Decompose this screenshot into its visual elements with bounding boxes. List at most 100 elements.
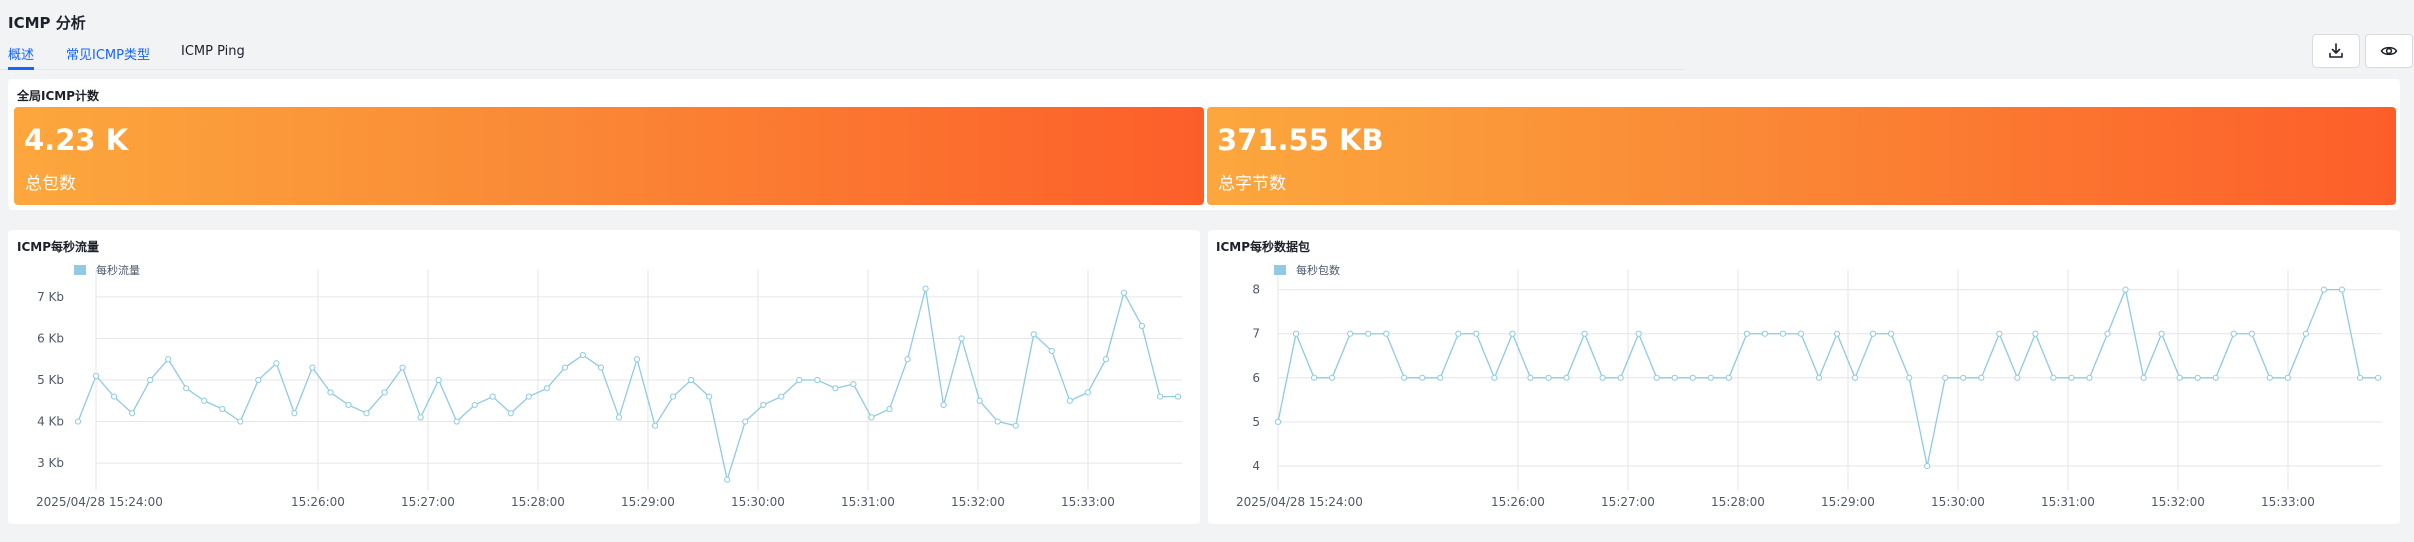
tab-overview[interactable]: 概述 xyxy=(8,44,34,63)
data-point xyxy=(1310,374,1318,381)
x-tick-label: 15:26:00 xyxy=(1491,495,1545,509)
data-point xyxy=(1527,374,1534,381)
data-point xyxy=(1156,393,1164,400)
data-point xyxy=(2266,374,2273,381)
data-point xyxy=(489,393,496,400)
data-point xyxy=(309,364,316,371)
data-point xyxy=(273,360,280,367)
data-point xyxy=(1743,330,1750,337)
traffic-chart-card: ICMP每秒流量 3 Kb 4 Kb 5 Kb 6 Kb 7 Kb 2025/04/28 … xyxy=(8,230,1200,524)
data-point xyxy=(1401,374,1408,381)
data-point xyxy=(1455,330,1462,337)
data-point xyxy=(1924,462,1931,470)
y-tick-label: 8 xyxy=(1252,283,1260,297)
legend-label: 每秒流量 xyxy=(96,263,140,277)
data-point xyxy=(832,385,839,392)
data-point xyxy=(706,393,713,400)
data-point xyxy=(2320,286,2328,293)
data-point xyxy=(237,418,244,425)
data-point xyxy=(1292,330,1300,337)
data-point xyxy=(2086,374,2093,381)
data-point xyxy=(1328,374,1336,381)
x-tick-label: 15:27:00 xyxy=(401,495,455,509)
data-point xyxy=(579,351,587,359)
data-point xyxy=(417,414,424,421)
data-point xyxy=(110,393,118,400)
data-point xyxy=(1174,393,1182,400)
data-point xyxy=(1066,397,1073,404)
x-tick-label: 15:29:00 xyxy=(621,495,675,509)
data-point xyxy=(994,418,1001,425)
data-point xyxy=(904,356,911,363)
data-point xyxy=(940,401,947,409)
data-point xyxy=(976,397,983,404)
data-point xyxy=(922,285,929,292)
data-point xyxy=(507,410,514,417)
data-point xyxy=(2356,374,2364,381)
y-tick-label: 7 xyxy=(1252,327,1260,341)
data-point xyxy=(1347,330,1354,337)
data-point xyxy=(651,422,659,429)
data-point xyxy=(2050,374,2057,381)
data-point xyxy=(2014,374,2021,381)
total-packets-stat: 4.23 K 总包数 xyxy=(14,107,1204,205)
data-point xyxy=(2212,374,2219,381)
data-point xyxy=(1888,330,1895,337)
data-point xyxy=(1906,374,1913,381)
data-point xyxy=(1138,322,1146,330)
series-line xyxy=(77,288,1178,483)
data-point xyxy=(814,376,821,384)
data-point xyxy=(2194,374,2201,381)
data-point xyxy=(1048,347,1055,355)
data-point xyxy=(1102,356,1109,363)
data-point xyxy=(1437,374,1444,381)
packets-chart-card: ICMP每秒数据包 4 5 6 7 8 2025/04/28 15:24:00 15:26:… xyxy=(1208,230,2400,524)
total-bytes-value: 371.55 KB xyxy=(1217,123,1384,157)
tab-common-icmp-types[interactable]: 常见ICMP类型 xyxy=(66,44,150,63)
data-point xyxy=(2104,330,2111,337)
data-point xyxy=(633,356,641,363)
data-point xyxy=(1274,418,1282,425)
data-point xyxy=(201,397,208,404)
data-point xyxy=(128,410,136,417)
data-point xyxy=(1851,374,1859,381)
x-tick-label: 2025/04/28 15:24:00 xyxy=(36,495,163,509)
data-point xyxy=(1833,330,1841,337)
eye-icon xyxy=(2380,46,2398,56)
data-point xyxy=(1978,374,1985,381)
page-header: ICMP 分析 概述 常见ICMP类型 ICMP Ping xyxy=(0,0,2414,70)
data-point xyxy=(724,476,731,483)
active-tab-indicator xyxy=(8,67,34,70)
view-button[interactable] xyxy=(2365,34,2413,68)
data-point xyxy=(1671,374,1678,381)
x-tick-label: 15:33:00 xyxy=(1061,495,1115,509)
x-tick-label: 15:30:00 xyxy=(731,495,785,509)
data-point xyxy=(615,414,623,421)
data-point xyxy=(2176,374,2183,381)
x-tick-label: 15:28:00 xyxy=(511,495,565,509)
data-point xyxy=(2032,330,2039,337)
data-point xyxy=(1599,374,1606,381)
data-point xyxy=(1960,374,1967,381)
data-point xyxy=(345,401,352,409)
data-point xyxy=(1761,330,1768,337)
total-packets-label: 总包数 xyxy=(25,174,76,194)
data-point xyxy=(760,401,767,409)
download-icon xyxy=(2329,43,2343,58)
x-tick-label: 15:32:00 xyxy=(951,495,1005,509)
data-point xyxy=(1545,374,1552,381)
tab-icmp-ping[interactable]: ICMP Ping xyxy=(181,44,245,59)
x-tick-label: 15:30:00 xyxy=(1931,495,1985,509)
data-point xyxy=(1012,422,1019,429)
data-point xyxy=(291,410,298,417)
data-point xyxy=(1725,374,1732,381)
data-point xyxy=(1030,331,1037,338)
download-button[interactable] xyxy=(2312,34,2360,68)
data-point xyxy=(92,372,100,379)
tab-bar: 概述 常见ICMP类型 ICMP Ping xyxy=(0,40,1684,70)
data-point xyxy=(1365,330,1372,337)
data-point xyxy=(1563,374,1570,381)
data-point xyxy=(1084,389,1091,396)
data-point xyxy=(327,389,334,396)
traffic-line-chart: 3 Kb 4 Kb 5 Kb 6 Kb 7 Kb 2025/04/28 15:24:00 1… xyxy=(36,263,1182,509)
